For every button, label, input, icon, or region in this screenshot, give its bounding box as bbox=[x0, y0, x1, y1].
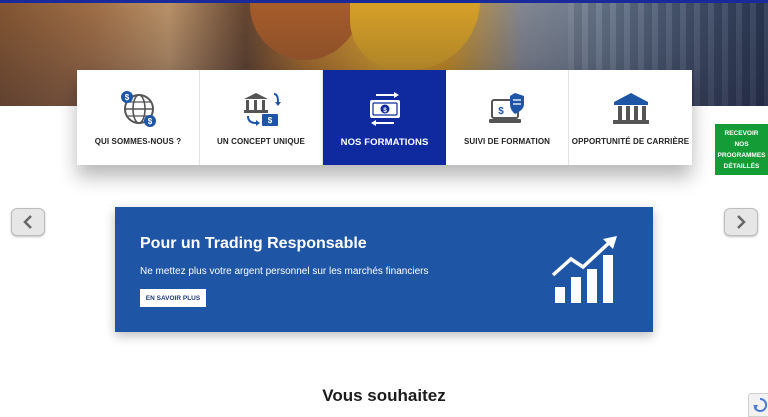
svg-text:$: $ bbox=[125, 93, 130, 102]
cta-line: PROGRAMMES bbox=[717, 152, 766, 159]
cta-line: NOS bbox=[734, 141, 749, 148]
chevron-right-icon bbox=[737, 215, 746, 229]
menu-item-nos-formations[interactable]: $ NOS FORMATIONS bbox=[323, 70, 446, 165]
bank-building-icon bbox=[612, 93, 649, 124]
top-border bbox=[0, 0, 768, 3]
bank-exchange-icon: $ bbox=[244, 93, 281, 126]
svg-text:$: $ bbox=[268, 116, 273, 125]
menu-item-qui-sommes-nous[interactable]: $ $ QUI SOMMES-NOUS ? bbox=[77, 70, 200, 165]
receive-programs-button[interactable]: RECEVOIR NOS PROGRAMMES DÉTAILLÉS bbox=[715, 124, 768, 175]
menu-item-label: QUI SOMMES-NOUS ? bbox=[94, 137, 182, 146]
menu-item-opportunite-de-carriere[interactable]: OPPORTUNITÉ DE CARRIÈRE bbox=[569, 70, 692, 165]
cta-line: DÉTAILLÉS bbox=[723, 163, 760, 170]
recaptcha-icon bbox=[753, 398, 767, 412]
carousel-next-button[interactable] bbox=[724, 208, 758, 236]
carousel-prev-button[interactable] bbox=[11, 208, 45, 236]
svg-text:$: $ bbox=[383, 107, 387, 114]
recaptcha-badge[interactable] bbox=[748, 393, 768, 417]
menu-item-label: OPPORTUNITÉ DE CARRIÈRE bbox=[571, 137, 690, 146]
slide-title: Pour un Trading Responsable bbox=[140, 235, 367, 252]
slide-subtitle: Ne mettez plus votre argent personnel su… bbox=[140, 266, 429, 277]
menu-item-label: NOS FORMATIONS bbox=[340, 137, 429, 148]
svg-text:$: $ bbox=[498, 106, 504, 117]
feature-menu: $ $ QUI SOMMES-NOUS ? $ UN CONCEPT UNIQU… bbox=[77, 70, 692, 165]
menu-item-un-concept-unique[interactable]: $ UN CONCEPT UNIQUE bbox=[200, 70, 323, 165]
growth-chart-icon bbox=[551, 236, 617, 303]
carousel-slide: Pour un Trading Responsable Ne mettez pl… bbox=[115, 207, 653, 332]
learn-more-button[interactable]: EN SAVOIR PLUS bbox=[140, 289, 206, 307]
menu-item-label: SUIVI DE FORMATION bbox=[463, 137, 551, 146]
menu-item-suivi-de-formation[interactable]: $ SUIVI DE FORMATION bbox=[446, 70, 569, 165]
laptop-shield-icon: $ bbox=[489, 93, 524, 123]
menu-item-label: UN CONCEPT UNIQUE bbox=[217, 137, 305, 146]
section-title: Vous souhaitez bbox=[322, 386, 446, 405]
globe-dollar-icon: $ $ bbox=[121, 91, 156, 127]
cta-line: RECEVOIR bbox=[724, 130, 759, 137]
svg-text:$: $ bbox=[148, 117, 153, 126]
chevron-left-icon bbox=[23, 215, 32, 229]
money-transfer-icon: $ bbox=[369, 92, 400, 126]
